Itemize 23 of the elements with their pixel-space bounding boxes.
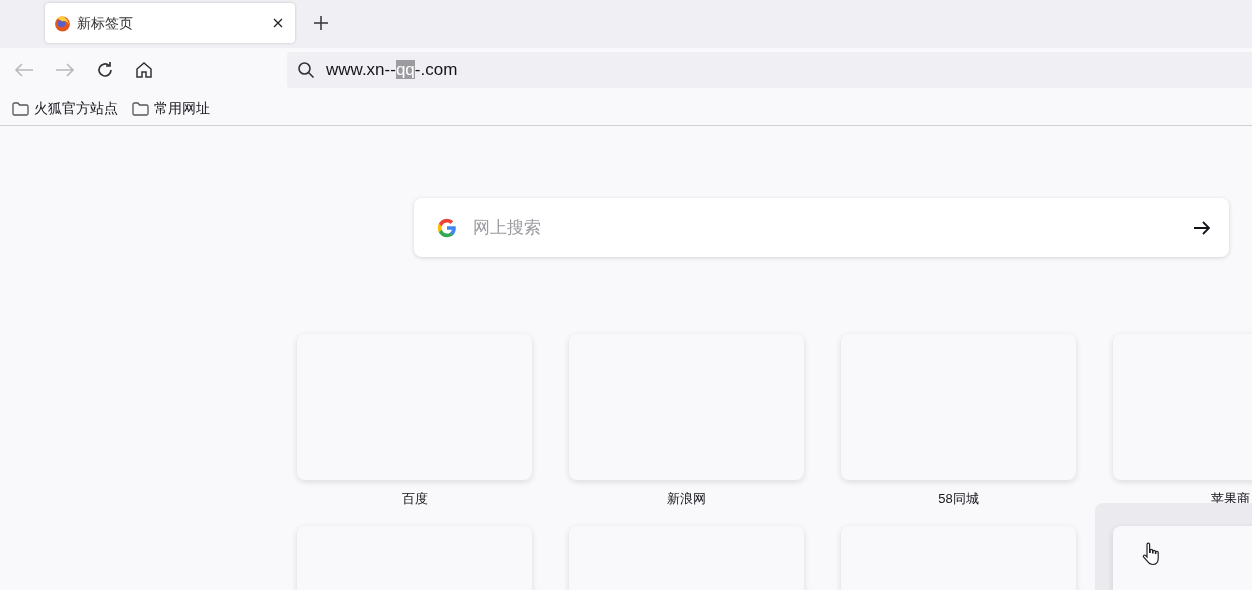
close-icon[interactable]	[273, 18, 283, 28]
arrow-right-icon[interactable]	[1193, 219, 1211, 236]
folder-icon	[12, 101, 29, 116]
plus-icon[interactable]	[314, 16, 328, 30]
google-logo-icon	[436, 216, 458, 239]
search-box[interactable]: 网上搜索	[414, 198, 1229, 257]
home-icon[interactable]	[135, 61, 153, 79]
reload-icon[interactable]	[96, 61, 114, 79]
top-site-label: 百度	[401, 490, 428, 508]
url-text: www.xn--qq-.com	[326, 59, 458, 82]
top-site-label: 新浪网	[667, 490, 706, 508]
bookmark-folder[interactable]: 常用网址	[132, 98, 210, 119]
bookmark-folder[interactable]: 火狐官方站点	[12, 98, 118, 119]
search-icon	[297, 61, 315, 79]
pointer-cursor-icon	[1142, 542, 1160, 567]
search-input[interactable]: 网上搜索	[473, 214, 1193, 241]
tab-title: 新标签页	[77, 13, 134, 33]
address-bar[interactable]: www.xn--qq-.com	[287, 52, 1252, 88]
top-site-label: 58同城	[938, 490, 979, 508]
folder-icon	[132, 101, 149, 116]
browser-tab[interactable]: 新标签页	[45, 3, 295, 43]
firefox-logo-icon	[54, 14, 71, 32]
top-site-label: 苹果商	[1211, 490, 1250, 508]
